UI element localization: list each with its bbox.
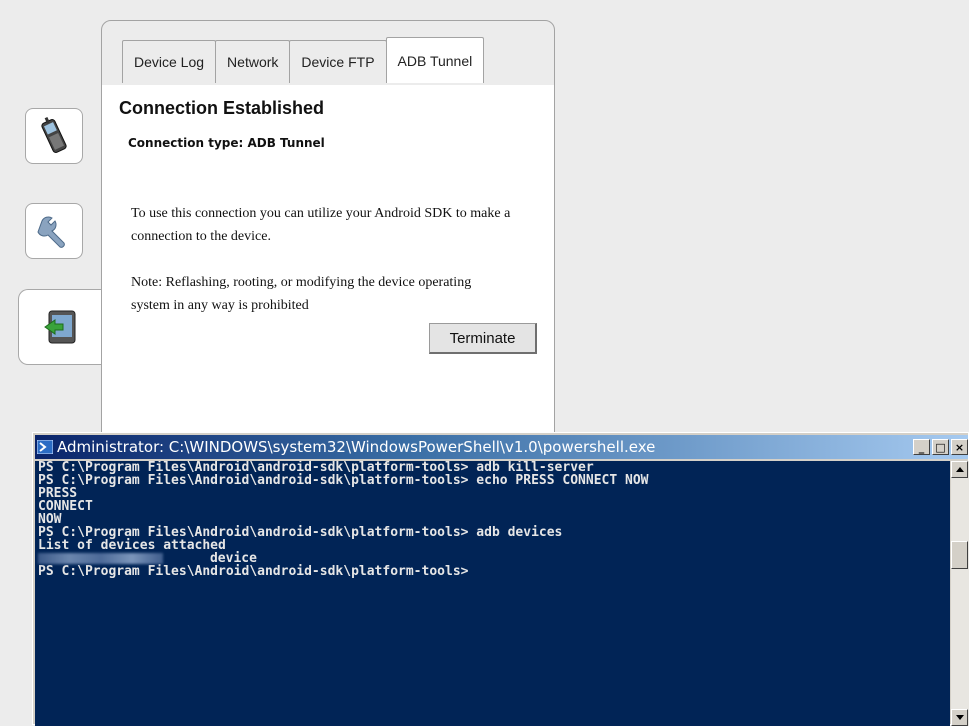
connection-title: Connection Established (119, 98, 325, 118)
terminate-button[interactable]: Terminate (429, 323, 537, 354)
minimize-button[interactable]: _ (913, 439, 930, 455)
scrollbar[interactable] (951, 461, 969, 726)
device-info-button[interactable] (25, 108, 83, 164)
arrow-up-icon (955, 467, 964, 472)
tab-bar: Device Log Network Device FTP ADB Tunnel (122, 37, 485, 83)
scroll-down-button[interactable] (951, 709, 968, 726)
console-line: PS C:\Program Files\Android\android-sdk\… (38, 473, 649, 488)
scroll-up-button[interactable] (951, 461, 968, 478)
main-panel: Device Log Network Device FTP ADB Tunnel… (101, 20, 555, 445)
console-line: CONNECT (38, 499, 93, 514)
note-text: Note: Reflashing, rooting, or modifying … (131, 275, 472, 313)
arrow-down-icon (955, 715, 964, 720)
tab-network[interactable]: Network (215, 40, 291, 83)
redacted-serial (38, 553, 163, 564)
connection-type: Connection type: ADB Tunnel (128, 136, 325, 150)
phone-icon (41, 117, 67, 153)
title-bar[interactable]: Administrator: C:\WINDOWS\system32\Windo… (35, 435, 968, 459)
powershell-icon (37, 440, 53, 454)
console-line: PS C:\Program Files\Android\android-sdk\… (38, 564, 469, 579)
console-output[interactable]: PS C:\Program Files\Android\android-sdk\… (35, 461, 950, 726)
close-button[interactable]: × (951, 439, 968, 455)
tab-device-ftp[interactable]: Device FTP (289, 40, 387, 83)
device-tunnel-button[interactable] (18, 289, 102, 365)
device-tunnel-icon (43, 310, 75, 344)
tools-button[interactable] (25, 203, 83, 259)
info-text: To use this connection you can utilize y… (131, 206, 511, 244)
tab-device-log[interactable]: Device Log (122, 40, 217, 83)
maximize-button[interactable]: □ (932, 439, 949, 455)
window-controls: _ □ × (913, 439, 968, 455)
scroll-thumb[interactable] (951, 541, 968, 569)
tab-adb-tunnel[interactable]: ADB Tunnel (385, 37, 485, 83)
console-line: PRESS (38, 486, 78, 501)
wrench-icon (37, 216, 65, 248)
powershell-window: Administrator: C:\WINDOWS\system32\Windo… (32, 432, 969, 726)
window-title: Administrator: C:\WINDOWS\system32\Windo… (57, 438, 656, 456)
